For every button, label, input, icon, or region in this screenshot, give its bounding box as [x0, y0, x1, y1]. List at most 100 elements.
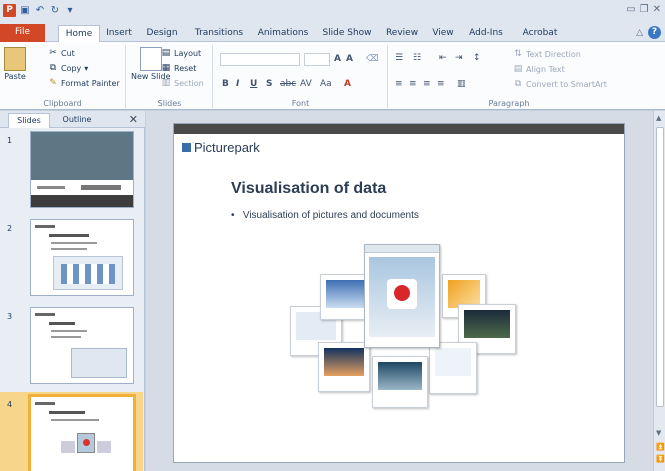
tab-slide-show[interactable]: Slide Show [318, 25, 376, 42]
align-center-icon[interactable]: ≡ [409, 79, 417, 89]
justify-icon[interactable]: ≡ [437, 79, 445, 89]
bold-icon[interactable]: B [222, 79, 229, 89]
numbering-icon[interactable]: ☷ [413, 53, 421, 63]
copy-label: Copy [61, 63, 82, 73]
document-thumbnail [435, 348, 471, 376]
vertical-scrollbar[interactable]: ▲ ▼ ⏫ ⏬ [653, 111, 665, 471]
tab-design[interactable]: Design [143, 25, 181, 42]
close-icon[interactable]: ✕ [653, 4, 661, 15]
text-direction-label: Text Direction [526, 49, 581, 59]
decrease-indent-icon[interactable]: ⇤ [439, 53, 447, 63]
title-bar: P ▣ ↶ ↻ ▾ ▭ ❐ ✕ [0, 0, 665, 22]
paste-button[interactable]: Paste [4, 47, 26, 81]
customize-toolbar-icon[interactable]: ▾ [64, 5, 76, 17]
copy-button[interactable]: ⧉ Copy ▾ [48, 63, 89, 73]
tab-slides[interactable]: Slides [8, 113, 50, 128]
slides-group-label: Slides [157, 99, 182, 108]
paste-label: Paste [4, 72, 26, 81]
ribbon: Paste ✂ Cut ⧉ Copy ▾ ✎ Format Painter Cl… [0, 42, 665, 110]
slide-thumbnail-selected[interactable] [28, 394, 136, 471]
tab-review[interactable]: Review [384, 25, 420, 42]
paragraph-group: ☰ ☷ ⇤ ⇥ ↕ ≡ ≡ ≡ ≡ ▥ ⇅ Text Direction ▤ A… [389, 45, 629, 108]
thumb-number: 4 [7, 400, 13, 409]
format-painter-label: Format Painter [61, 78, 120, 88]
previous-slide-icon[interactable]: ⏫ [656, 443, 665, 451]
tab-file[interactable]: File [0, 24, 45, 42]
scroll-down-icon[interactable]: ▼ [656, 429, 661, 437]
tab-home[interactable]: Home [58, 25, 100, 42]
font-name-combo[interactable] [220, 53, 300, 66]
layout-button[interactable]: ▤ Layout [161, 48, 201, 58]
text-direction-button[interactable]: ⇅ Text Direction [513, 49, 581, 59]
smartart-icon: ⧉ [514, 79, 522, 89]
format-painter-button[interactable]: ✎ Format Painter [48, 78, 120, 88]
scroll-thumb[interactable] [656, 127, 664, 407]
chevron-down-icon: ▾ [84, 63, 89, 73]
slide-canvas[interactable]: Picturepark Visualisation of data • Visu… [173, 123, 625, 463]
brand-logo: Picturepark [182, 140, 260, 155]
slide-thumbnail[interactable] [30, 307, 134, 384]
cut-button[interactable]: ✂ Cut [48, 48, 75, 58]
strikethrough-icon[interactable]: abc [280, 79, 296, 89]
reset-button[interactable]: ▦ Reset [161, 63, 197, 73]
slide-title[interactable]: Visualisation of data [231, 180, 386, 198]
character-spacing-icon[interactable]: AV [300, 79, 312, 89]
powerpoint-app-icon[interactable]: P [3, 4, 16, 17]
slide-bullet[interactable]: • Visualisation of pictures and document… [231, 210, 419, 221]
slide-thumbnail[interactable] [30, 219, 134, 296]
reset-icon: ▦ [161, 63, 171, 73]
change-case-icon[interactable]: Aa [320, 79, 332, 89]
gallery-card [429, 342, 477, 394]
redo-icon[interactable]: ↻ [49, 5, 61, 17]
sunset-thumbnail [324, 348, 364, 376]
minimize-icon[interactable]: ▭ [626, 4, 635, 15]
tab-transitions[interactable]: Transitions [190, 25, 248, 42]
ribbon-minimize-icon[interactable]: △ [636, 28, 643, 38]
clear-formatting-icon[interactable]: ⌫ [366, 54, 379, 64]
save-icon[interactable]: ▣ [19, 5, 31, 17]
slide-thumbnail[interactable] [30, 131, 134, 208]
copy-icon: ⧉ [49, 63, 57, 73]
preview-window[interactable] [364, 244, 440, 348]
text-direction-icon: ⇅ [514, 49, 522, 59]
font-size-combo[interactable] [304, 53, 330, 66]
cut-label: Cut [61, 48, 75, 58]
close-pane-icon[interactable]: ✕ [129, 113, 138, 126]
shadow-icon[interactable]: S [266, 79, 272, 89]
columns-icon[interactable]: ▥ [457, 79, 466, 89]
next-slide-icon[interactable]: ⏬ [656, 455, 665, 463]
thumb-number: 3 [7, 312, 13, 321]
align-text-button[interactable]: ▤ Align Text [513, 64, 565, 74]
tab-acrobat[interactable]: Acrobat [520, 25, 560, 42]
shrink-font-icon[interactable]: A [346, 54, 353, 64]
help-icon[interactable]: ? [648, 26, 661, 39]
undo-icon[interactable]: ↶ [34, 5, 46, 17]
scissors-icon: ✂ [49, 48, 57, 58]
scroll-up-icon[interactable]: ▲ [656, 114, 661, 122]
paintbrush-icon: ✎ [49, 78, 57, 88]
bullets-icon[interactable]: ☰ [395, 53, 403, 63]
slides-pane: Slides Outline ✕ 1 2 3 4 [0, 111, 145, 471]
align-text-icon: ▤ [513, 64, 523, 74]
pane-tabs: Slides Outline ✕ [0, 111, 145, 128]
tab-view[interactable]: View [428, 25, 458, 42]
sky-thumbnail [326, 280, 366, 308]
tab-add-ins[interactable]: Add-Ins [466, 25, 506, 42]
increase-indent-icon[interactable]: ⇥ [455, 53, 463, 63]
align-left-icon[interactable]: ≡ [395, 79, 403, 89]
font-color-icon[interactable]: A [344, 79, 351, 89]
restore-icon[interactable]: ❐ [640, 4, 649, 15]
tab-insert[interactable]: Insert [103, 25, 135, 42]
align-right-icon[interactable]: ≡ [423, 79, 431, 89]
tab-animations[interactable]: Animations [256, 25, 310, 42]
font-group-label: Font [291, 99, 310, 108]
italic-icon[interactable]: I [236, 79, 239, 89]
section-button[interactable]: ▥ Section [161, 78, 204, 88]
quick-access-toolbar: P ▣ ↶ ↻ ▾ [3, 4, 76, 17]
grow-font-icon[interactable]: A [334, 54, 341, 64]
align-text-label: Align Text [526, 64, 565, 74]
underline-icon[interactable]: U [250, 79, 257, 89]
convert-smartart-button[interactable]: ⧉ Convert to SmartArt [513, 79, 607, 89]
line-spacing-icon[interactable]: ↕ [473, 53, 481, 63]
tab-outline[interactable]: Outline [54, 113, 100, 128]
